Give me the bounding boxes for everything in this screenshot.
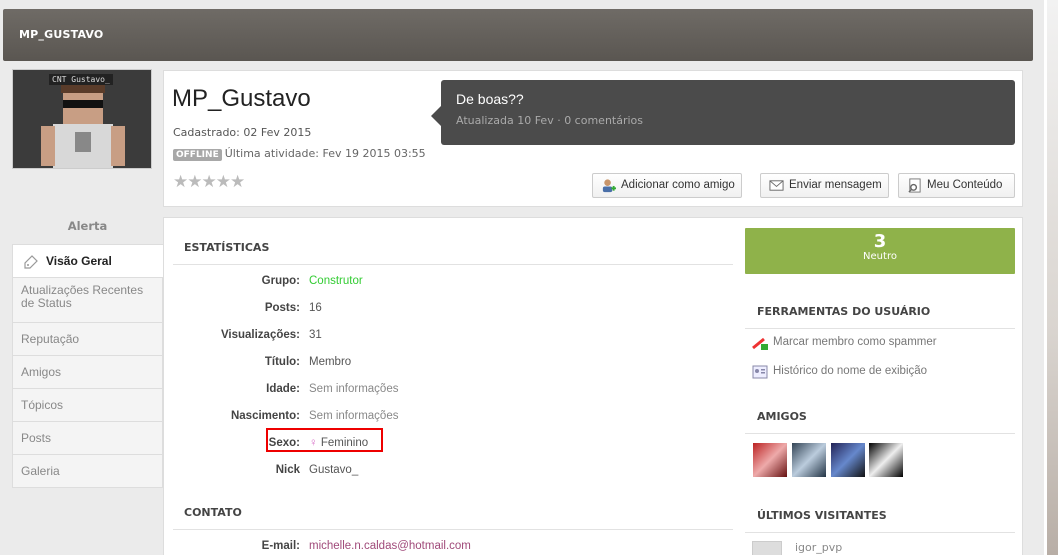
sidebar-item-gallery[interactable]: Galeria — [12, 455, 163, 488]
friend-avatar[interactable] — [791, 443, 826, 477]
name-history-link[interactable]: Histórico do nome de exibição — [752, 365, 927, 379]
header-title: MP_GUSTAVO — [19, 28, 104, 41]
status-update-bubble[interactable]: De boas?? Atualizada 10 Fev · 0 comentár… — [431, 80, 1015, 145]
alert-link[interactable]: Alerta — [12, 210, 163, 244]
top-gap — [0, 0, 1044, 9]
id-card-icon — [752, 365, 768, 379]
sidebar-item-friends[interactable]: Amigos — [12, 356, 163, 389]
profile-summary: MP_Gustavo Cadastrado: 02 Fev 2015 OFFLI… — [163, 70, 1023, 207]
stat-row-title: Título: Membro — [264, 356, 352, 368]
highlight-box — [266, 428, 383, 452]
star-icon[interactable]: ★ — [173, 172, 188, 192]
reputation-value: 3 — [873, 231, 887, 252]
sidebar-item-topics[interactable]: Tópicos — [12, 389, 163, 422]
visitor-avatar — [752, 541, 782, 555]
star-icon[interactable]: ★ — [216, 172, 231, 192]
stat-row-nick: Nick Gustavo_ — [275, 464, 359, 476]
sidebar-item-reputation[interactable]: Reputação — [12, 323, 163, 356]
message-icon — [769, 180, 784, 191]
tag-icon — [24, 255, 38, 269]
status-update-meta: Atualizada 10 Fev · 0 comentários — [456, 114, 644, 127]
star-icon[interactable]: ★ — [230, 172, 245, 192]
sidebar-item-posts[interactable]: Posts — [12, 422, 163, 455]
background-edge — [1044, 0, 1058, 555]
spammer-flag-icon — [752, 337, 768, 350]
status-badge: OFFLINE — [173, 149, 222, 161]
stat-row-views: Visualizações: 31 — [220, 329, 322, 341]
my-content-button[interactable]: Meu Conteúdo — [898, 173, 1015, 198]
registered-date: Cadastrado: 02 Fev 2015 — [173, 126, 312, 139]
contact-row-email: E-mail: michelle.n.caldas@hotmail.com — [261, 540, 471, 552]
star-icon[interactable]: ★ — [187, 172, 202, 192]
rating-stars[interactable]: ★★★★★ — [173, 172, 245, 192]
activity-status: OFFLINE Última atividade: Fev 19 2015 03:… — [173, 147, 426, 161]
friend-avatar[interactable] — [869, 443, 904, 477]
email-link[interactable]: michelle.n.caldas@hotmail.com — [309, 540, 471, 552]
visitor-item[interactable]: igor_pvp — [752, 541, 843, 555]
friend-avatar[interactable] — [753, 443, 787, 477]
reputation-label: Neutro — [863, 251, 897, 262]
profile-name: MP_Gustavo — [172, 85, 311, 112]
mark-spammer-link[interactable]: Marcar membro como spammer — [752, 336, 937, 350]
stat-row-gender: Sexo: ♀ Feminino — [268, 437, 369, 449]
user-tools-heading: FERRAMENTAS DO USUÁRIO — [745, 305, 1015, 329]
stat-row-posts: Posts: 16 — [264, 302, 322, 314]
reputation-badge: 3 Neutro — [745, 228, 1015, 274]
stat-row-birthday: Nascimento: Sem informações — [230, 410, 399, 422]
profile-sidebar: Alerta Visão Geral Atualizações Recentes… — [12, 210, 163, 488]
add-friend-button[interactable]: Adicionar como amigo — [592, 173, 742, 198]
send-message-button[interactable]: Enviar mensagem — [760, 173, 889, 198]
stat-row-age: Idade: Sem informações — [266, 383, 399, 395]
avatar[interactable]: CNT Gustavo_ — [12, 69, 152, 169]
friends-heading: AMIGOS — [745, 410, 1015, 434]
contact-heading: CONTATO — [173, 506, 733, 530]
sidebar-item-overview[interactable]: Visão Geral — [12, 244, 163, 278]
stats-heading: ESTATÍSTICAS — [173, 241, 733, 265]
last-activity: Última atividade: Fev 19 2015 03:55 — [224, 147, 426, 160]
profile-overview: ESTATÍSTICAS Grupo: Construtor Posts: 16… — [163, 217, 1023, 555]
visitor-name: igor_pvp — [795, 541, 843, 554]
add-friend-icon — [602, 179, 616, 193]
content-search-icon — [908, 178, 921, 193]
avatar-tag: CNT Gustavo_ — [49, 74, 113, 85]
status-update-text[interactable]: De boas?? — [456, 91, 524, 107]
star-icon[interactable]: ★ — [202, 172, 217, 192]
friend-avatar[interactable] — [830, 443, 865, 477]
recent-visitors-heading: ÚLTIMOS VISITANTES — [745, 509, 1015, 533]
friends-list — [753, 443, 904, 480]
profile-header-bar: MP_GUSTAVO — [3, 9, 1033, 61]
sidebar-item-status-updates[interactable]: Atualizações Recentes de Status — [12, 278, 163, 323]
stat-row-group: Grupo: Construtor — [261, 275, 363, 287]
